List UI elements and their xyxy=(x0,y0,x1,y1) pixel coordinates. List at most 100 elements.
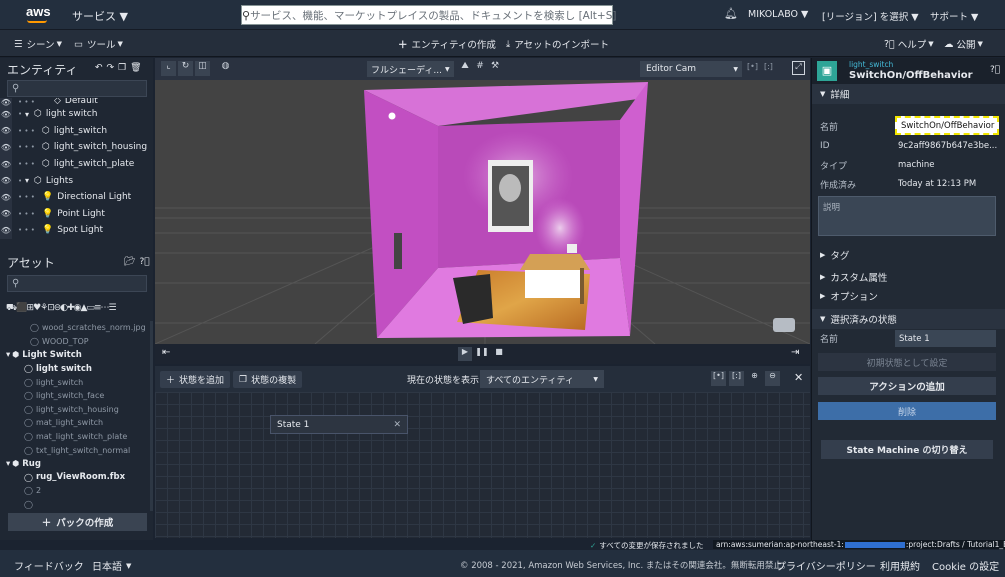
language-select[interactable]: 日本語 ▼ xyxy=(92,558,131,574)
asset-row[interactable]: ◯ light_switch_housing xyxy=(0,403,153,417)
mountain-icon[interactable]: ⛰︎ xyxy=(459,61,471,71)
entity-row[interactable]: 👁︎ • • • 💡 Spot Light xyxy=(0,222,153,239)
add-action-button[interactable]: アクションの追加 xyxy=(818,377,996,395)
entity-search-input[interactable]: ⚲ xyxy=(7,80,147,97)
entity-filter-select[interactable]: すべてのエンティティ ▼ xyxy=(480,370,604,388)
asset-row[interactable]: ◯ wood_scratches_norm.jpg xyxy=(0,321,153,335)
stop-icon[interactable]: ■ xyxy=(492,347,506,361)
terms-link[interactable]: 利用規約 xyxy=(880,558,920,573)
create-entity-button[interactable]: ＋エンティティの作成 xyxy=(398,37,496,51)
frame-selection-icon[interactable]: [•] xyxy=(711,371,726,386)
visibility-eye-icon[interactable]: 👁︎ xyxy=(0,98,12,106)
pause-icon[interactable]: ❚❚ xyxy=(475,347,489,361)
visibility-eye-icon[interactable]: 👁︎ xyxy=(0,155,12,173)
delete-button[interactable]: 削除 xyxy=(818,402,996,420)
aws-logo[interactable]: aws xyxy=(26,4,51,19)
asset-row[interactable]: ◯ WOOD_TOP xyxy=(0,335,153,349)
custom-attrs-section[interactable]: ▶ カスタム属性 xyxy=(812,267,1005,287)
visibility-eye-icon[interactable]: 👁︎ xyxy=(0,106,12,123)
entity-row[interactable]: 👁︎ • • • ◇ Default xyxy=(0,98,153,106)
asset-row[interactable]: ◯ mat_light_switch xyxy=(0,416,153,430)
asset-row[interactable]: ◯ mat_light_switch_plate xyxy=(0,430,153,444)
publish-menu[interactable]: ☁ 公開 ▼ xyxy=(944,37,983,52)
add-state-button[interactable]: ＋状態を追加 xyxy=(160,371,231,388)
frame-all-icon[interactable]: [:] xyxy=(764,62,773,71)
visibility-eye-icon[interactable]: 👁︎ xyxy=(0,139,12,156)
visibility-eye-icon[interactable]: 👁︎ xyxy=(0,172,12,189)
tools-menu[interactable]: ▭ ツール ▼ xyxy=(74,37,123,52)
trash-icon[interactable]: 🗑︎ xyxy=(130,63,141,73)
entity-row[interactable]: 👁︎ • • • ⬡ light_switch_housing xyxy=(0,139,153,156)
move-tool-icon[interactable]: ⌞ xyxy=(161,61,176,76)
import-assets-button[interactable]: ⤓ アセットのインポート xyxy=(506,37,609,52)
services-menu[interactable]: サービス ▼ xyxy=(72,8,128,24)
name-input[interactable]: SwitchOn/OffBehavior xyxy=(895,116,999,135)
asset-row[interactable]: ▾ ⬢ Light Switch xyxy=(0,348,153,362)
visibility-eye-icon[interactable]: 👁︎ xyxy=(0,122,12,140)
wrench-icon[interactable]: ⚒︎ xyxy=(489,61,501,71)
scale-tool-icon[interactable]: ◫ xyxy=(195,61,210,76)
tags-section[interactable]: ▶ タグ xyxy=(812,245,1005,265)
frame-all-icon[interactable]: [:] xyxy=(729,371,744,386)
privacy-link[interactable]: プライバシーポリシー xyxy=(776,558,876,573)
entity-row[interactable]: 👁︎ • • • ⬡ light_switch_plate xyxy=(0,155,153,173)
bell-icon[interactable]: 🔔︎ xyxy=(724,7,738,20)
entity-row[interactable]: 👁︎ • ▾ ⬡ light switch xyxy=(0,106,153,123)
help-icon[interactable]: ?⃝ xyxy=(139,257,149,267)
toggle-state-machine-button[interactable]: State Machine の切り替え xyxy=(821,440,993,459)
asset-row[interactable]: ▾ ⬢ Rug xyxy=(0,457,153,471)
inspector-entity[interactable]: light_switch xyxy=(849,61,973,70)
asset-row[interactable]: ◯ xyxy=(0,498,153,511)
feedback-link[interactable]: フィードバック xyxy=(14,558,84,573)
entity-row[interactable]: 👁︎ • • • ⬡ light_switch xyxy=(0,122,153,140)
search-input[interactable]: ⚲ サービス、機能、マーケットプレイスの製品、ドキュメントを検索し [Alt+S… xyxy=(241,5,616,25)
folder-icon[interactable]: 📂︎ xyxy=(124,257,135,267)
help-icon[interactable]: ?⃝ xyxy=(990,65,1000,75)
entity-row[interactable]: 👁︎ • ▾ ⬡ Lights xyxy=(0,172,153,189)
support-menu[interactable]: サポート ▼ xyxy=(930,9,978,23)
close-icon[interactable]: ✕ xyxy=(794,371,803,384)
copy-icon[interactable]: ❐ xyxy=(118,63,126,73)
entity-row[interactable]: 👁︎ • • • 💡 Directional Light xyxy=(0,188,153,206)
globe-icon[interactable]: ◍ xyxy=(218,61,233,76)
asset-row[interactable]: ◯ light switch xyxy=(0,362,153,376)
asset-row[interactable]: ◯ txt_light_switch_normal xyxy=(0,443,153,457)
light-gizmo[interactable] xyxy=(388,112,396,120)
scene-menu[interactable]: ☰ シーン ▼ xyxy=(14,37,62,52)
visibility-eye-icon[interactable]: 👁︎ xyxy=(0,205,12,223)
grid-icon[interactable]: # xyxy=(474,61,486,71)
undo-icon[interactable]: ↶ xyxy=(95,63,103,73)
scrollbar[interactable] xyxy=(150,321,153,511)
options-section[interactable]: ▶ オプション xyxy=(812,286,1005,306)
visibility-eye-icon[interactable]: 👁︎ xyxy=(0,222,12,239)
chevron-down-icon[interactable]: ▾ xyxy=(6,350,10,360)
state-machine-canvas[interactable]: State 1 ✕ xyxy=(155,392,810,538)
state-name-input[interactable]: State 1 xyxy=(895,330,996,347)
state-node[interactable]: State 1 ✕ xyxy=(270,415,408,434)
chevron-down-icon[interactable]: ▾ xyxy=(6,459,10,469)
create-pack-button[interactable]: ＋ パックの作成 xyxy=(8,513,147,531)
close-icon[interactable]: ✕ xyxy=(393,420,401,430)
account-menu[interactable]: MIKOLABO ▼ xyxy=(748,9,808,20)
cookie-settings-link[interactable]: Cookie の設定 xyxy=(932,558,999,573)
description-input[interactable]: 説明 xyxy=(818,196,996,236)
details-section[interactable]: ▼ 詳細 xyxy=(812,84,1005,104)
asset-row[interactable]: ◯ rug_ViewRoom.fbx xyxy=(0,471,153,485)
visibility-eye-icon[interactable]: 👁︎ xyxy=(0,188,12,206)
set-initial-button[interactable]: 初期状態として設定 xyxy=(818,353,996,371)
asset-type-filters[interactable]: ⛟⬛⊞♥⚘⊡⊖◐✚◉▲▭≡⋯☰ xyxy=(6,302,153,315)
chevron-down-icon[interactable]: ▾ xyxy=(25,110,29,119)
play-icon[interactable]: ▶ xyxy=(458,347,472,361)
asset-search-input[interactable]: ⚲ xyxy=(7,275,147,292)
entity-row[interactable]: 👁︎ • • • 💡 Point Light xyxy=(0,205,153,223)
rotate-tool-icon[interactable]: ↻ xyxy=(178,61,193,76)
asset-row[interactable]: ◯ 2 xyxy=(0,484,153,498)
frame-selection-icon[interactable]: [•] xyxy=(747,62,758,71)
asset-row[interactable]: ◯ light_switch_face xyxy=(0,389,153,403)
selected-state-section[interactable]: ▼ 選択済みの状態 xyxy=(812,309,1005,329)
collapse-left-icon[interactable]: ⇤ xyxy=(162,347,170,358)
help-menu[interactable]: ?⃝ ヘルプ ▼ xyxy=(884,37,934,52)
chevron-down-icon[interactable]: ▾ xyxy=(25,176,29,185)
redo-icon[interactable]: ↷ xyxy=(107,63,115,73)
collapse-right-icon[interactable]: ⇥ xyxy=(791,347,799,358)
